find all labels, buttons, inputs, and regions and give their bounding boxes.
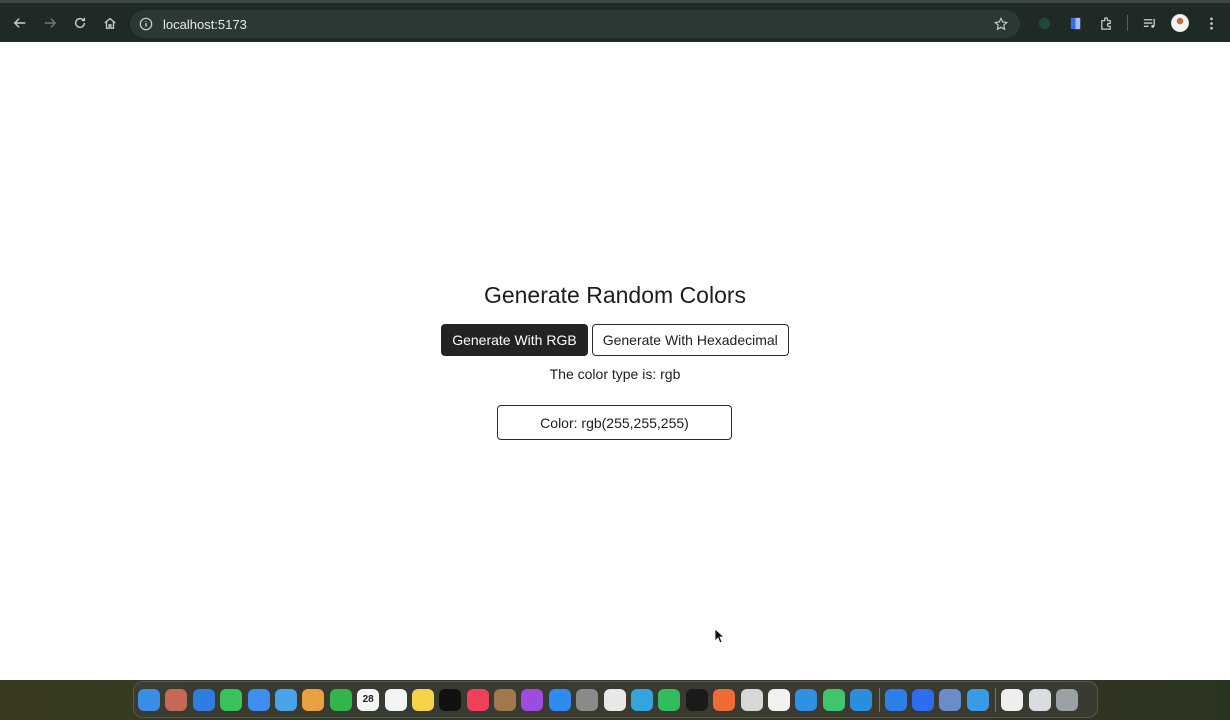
docker-icon[interactable] bbox=[850, 688, 873, 711]
photos-icon[interactable] bbox=[302, 688, 325, 711]
screen-share-icon[interactable] bbox=[939, 688, 962, 711]
generator-buttons: Generate With RGB Generate With Hexadeci… bbox=[0, 324, 1230, 356]
mouse-pointer-icon bbox=[714, 628, 724, 644]
facetime-icon[interactable] bbox=[329, 688, 352, 711]
page-title: Generate Random Colors bbox=[483, 282, 747, 308]
home-button[interactable] bbox=[98, 11, 122, 35]
chrome-icon[interactable] bbox=[603, 688, 626, 711]
extensions-puzzle-icon[interactable] bbox=[1096, 13, 1116, 33]
dock-separator-2 bbox=[995, 687, 997, 712]
color-type-text: The color type is: rgb bbox=[549, 366, 681, 382]
terminal-icon[interactable] bbox=[685, 688, 708, 711]
generate-hex-button[interactable]: Generate With Hexadecimal bbox=[591, 324, 789, 356]
preview-icon[interactable] bbox=[1028, 688, 1051, 711]
mail-icon[interactable] bbox=[247, 688, 270, 711]
browser-toolbar: localhost:5173 bbox=[0, 0, 1230, 42]
macos-dock: 28 bbox=[133, 681, 1098, 718]
color-value-text: Color: rgb(255,255,255) bbox=[540, 414, 689, 431]
media-queue-icon[interactable] bbox=[1139, 13, 1159, 33]
telegram-icon[interactable] bbox=[631, 688, 654, 711]
reload-icon bbox=[74, 17, 86, 28]
page-viewport: Generate Random Colors Generate With RGB… bbox=[0, 42, 1230, 680]
more-menu-icon[interactable] bbox=[1201, 13, 1221, 33]
document-icon[interactable] bbox=[1001, 688, 1024, 711]
avatar bbox=[1171, 14, 1189, 32]
profile-avatar[interactable] bbox=[1170, 13, 1190, 33]
tasks-icon[interactable] bbox=[884, 688, 907, 711]
tv-icon[interactable] bbox=[439, 688, 462, 711]
calendar-icon[interactable]: 28 bbox=[357, 688, 380, 711]
forward-button[interactable] bbox=[38, 11, 62, 35]
safari-icon[interactable] bbox=[192, 688, 215, 711]
site-info-icon[interactable] bbox=[139, 17, 153, 31]
arrow-left-icon bbox=[13, 17, 26, 28]
back-button[interactable] bbox=[8, 11, 32, 35]
zoom-icon[interactable] bbox=[911, 688, 934, 711]
extension-dot-icon[interactable] bbox=[1034, 13, 1054, 33]
toolbar-actions bbox=[1034, 13, 1230, 33]
thunder-icon[interactable] bbox=[822, 688, 845, 711]
dock-separator-1 bbox=[878, 687, 880, 712]
toolbar-divider bbox=[1127, 15, 1128, 31]
bookmark-star-icon[interactable] bbox=[994, 17, 1008, 31]
arrow-right-icon bbox=[44, 17, 57, 28]
launchpad-icon[interactable] bbox=[165, 688, 188, 711]
extension-doc-icon[interactable] bbox=[1065, 13, 1085, 33]
home-icon bbox=[104, 17, 116, 29]
maps-icon[interactable] bbox=[274, 688, 297, 711]
reload-button[interactable] bbox=[68, 11, 92, 35]
app-store-icon[interactable] bbox=[548, 688, 571, 711]
color-display-box: Color: rgb(255,255,255) bbox=[497, 405, 732, 440]
messages-icon[interactable] bbox=[220, 688, 243, 711]
finder-icon[interactable] bbox=[138, 688, 160, 711]
trash-icon[interactable] bbox=[1055, 688, 1078, 711]
xcode-icon[interactable] bbox=[966, 688, 989, 711]
reminders-icon[interactable] bbox=[384, 688, 407, 711]
contacts-icon[interactable] bbox=[494, 688, 517, 711]
whatsapp-icon[interactable] bbox=[658, 688, 681, 711]
url-text: localhost:5173 bbox=[163, 16, 247, 32]
address-bar[interactable]: localhost:5173 bbox=[130, 10, 1020, 38]
postman-icon[interactable] bbox=[713, 688, 736, 711]
vscode-icon[interactable] bbox=[795, 688, 818, 711]
podcasts-icon[interactable] bbox=[521, 688, 544, 711]
gitkraken-icon[interactable] bbox=[740, 688, 763, 711]
system-settings-icon[interactable] bbox=[576, 688, 599, 711]
notes-icon[interactable] bbox=[411, 688, 434, 711]
music-icon[interactable] bbox=[466, 688, 489, 711]
generate-rgb-button[interactable]: Generate With RGB bbox=[441, 324, 588, 356]
threads-icon[interactable] bbox=[767, 688, 790, 711]
